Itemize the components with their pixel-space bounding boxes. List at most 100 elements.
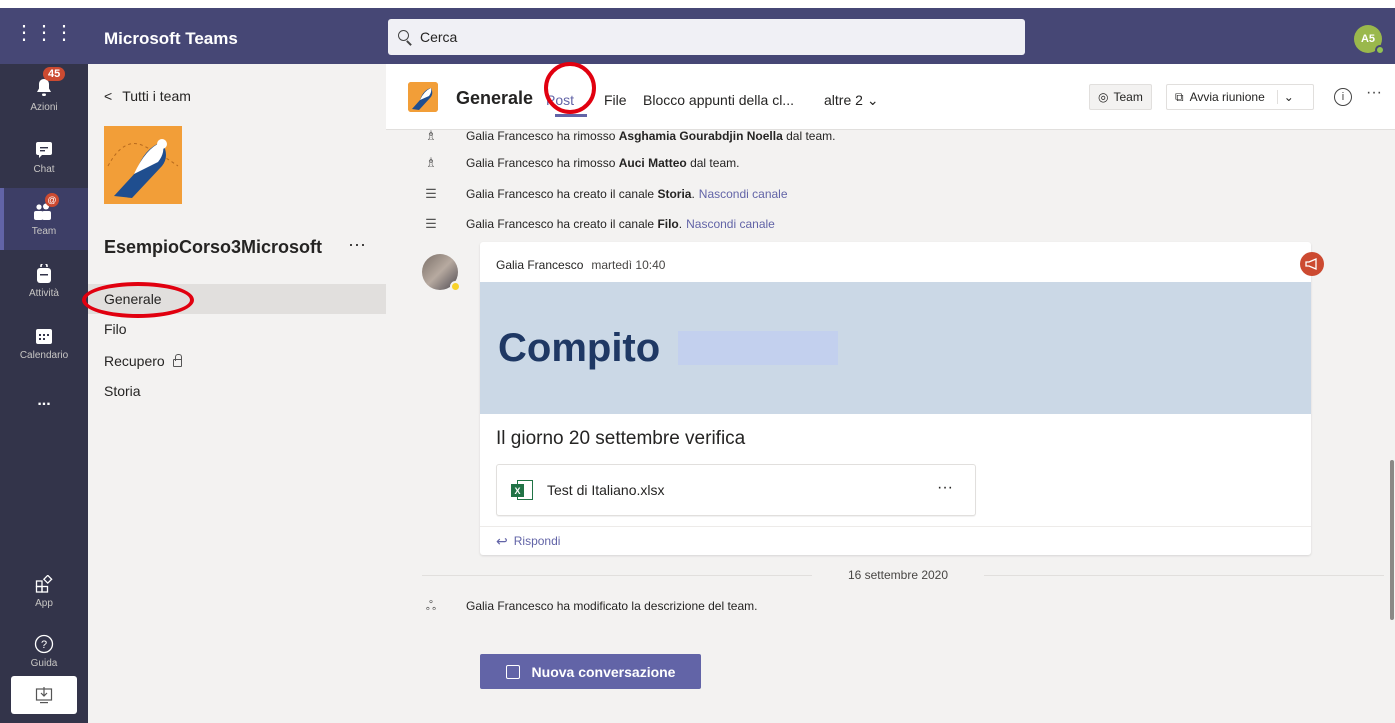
channel-item-storia[interactable]: Storia <box>88 376 386 406</box>
search-input[interactable]: Cerca <box>388 19 1025 55</box>
channel-item-filo[interactable]: Filo <box>88 314 386 344</box>
rail-item-label: Calendario <box>19 350 69 361</box>
tab-more[interactable]: altre 2 ⌄ <box>824 92 879 109</box>
video-camera-icon: ⧉ <box>1175 89 1184 104</box>
reply-button[interactable]: ↩ Rispondi <box>480 526 1311 555</box>
divider <box>422 575 812 576</box>
annotation-circle <box>544 62 596 114</box>
post-author[interactable]: Galia Francesco <box>496 258 583 272</box>
rail-item-chat[interactable]: Chat <box>0 126 88 188</box>
sys-object: Auci Matteo <box>618 156 687 170</box>
rail-more-button[interactable]: ... <box>0 370 88 432</box>
team-button-label: Team <box>1113 90 1143 104</box>
attachment-more-button[interactable]: ··· <box>937 479 953 497</box>
new-conversation-label: Nuova conversazione <box>531 663 676 680</box>
apps-icon <box>33 573 55 595</box>
system-message: ஃ Galia Francesco ha modificato la descr… <box>422 598 758 614</box>
chevron-left-icon: < <box>104 88 113 104</box>
hide-channel-link[interactable]: Nascondi canale <box>699 187 788 201</box>
sys-actor: Galia Francesco <box>466 217 554 231</box>
chevron-down-icon[interactable]: ⌄ <box>1276 90 1294 104</box>
channel-created-icon: ☰ <box>425 216 437 231</box>
presence-away-icon <box>450 281 461 292</box>
top-bar: ⋮⋮⋮ Microsoft Teams Cerca A5 <box>0 0 1395 64</box>
sys-verb: ha rimosso <box>553 156 619 170</box>
header-more-button[interactable]: ··· <box>1366 84 1382 102</box>
chevron-down-icon: ⌄ <box>866 92 879 108</box>
rail-item-help[interactable]: ? Guida <box>0 620 88 682</box>
team-name: EsempioCorso3Microsoft <box>104 237 323 257</box>
avatar-initials: A5 <box>1360 33 1376 45</box>
team-logo[interactable] <box>104 126 182 204</box>
rail-item-label: Guida <box>30 658 58 669</box>
user-avatar[interactable]: A5 <box>1354 25 1385 55</box>
sys-verb: ha creato il canale <box>553 187 658 201</box>
rail-item-label: Attività <box>28 288 59 299</box>
annotation-circle <box>82 282 194 318</box>
rail-item-teams[interactable]: @ Team <box>0 188 88 250</box>
banner-title: Compito <box>498 326 661 370</box>
svg-text:?: ? <box>41 639 47 651</box>
sys-tail: dal team. <box>686 156 740 170</box>
channel-label: Recupero <box>104 353 165 369</box>
channel-header: Generale Post File Blocco appunti della … <box>386 64 1395 130</box>
tab-more-label: altre 2 <box>824 92 863 108</box>
app-title: Microsoft Teams <box>104 29 238 48</box>
rail-item-label: Team <box>31 226 57 237</box>
system-message: ☰ Galia Francesco ha creato il canale St… <box>422 186 788 202</box>
person-remove-icon: ♗ <box>425 130 437 143</box>
sys-verb: ha rimosso <box>553 130 619 143</box>
system-message: ♗ Galia Francesco ha rimosso Auci Matteo… <box>422 155 739 171</box>
back-label: Tutti i team <box>122 88 191 104</box>
channel-item-recupero[interactable]: Recupero <box>88 346 386 376</box>
all-teams-link[interactable]: < Tutti i team <box>104 88 191 104</box>
sys-actor: Galia Francesco <box>466 187 554 201</box>
sys-object: Asghamia Gourabdjin Noella <box>618 130 783 143</box>
help-icon: ? <box>33 633 55 655</box>
rail-item-assignments[interactable]: Attività <box>0 250 88 312</box>
author-avatar[interactable] <box>422 254 461 292</box>
channel-title: Generale <box>456 88 534 108</box>
download-button[interactable] <box>11 676 77 714</box>
new-conversation-button[interactable]: Nuova conversazione <box>480 654 701 689</box>
attachment-card[interactable]: X Test di Italiano.xlsx ··· <box>496 464 976 516</box>
active-tab-indicator <box>555 114 587 117</box>
download-icon <box>35 687 53 704</box>
calendar-icon <box>33 325 55 347</box>
notification-count-badge: 45 <box>43 67 66 81</box>
team-panel: < Tutti i team EsempioCorso3Microsoft ···… <box>88 64 386 723</box>
more-icon: ... <box>37 392 51 409</box>
sys-text: Galia Francesco ha rimosso Asghamia Gour… <box>466 130 835 143</box>
backpack-icon <box>33 263 55 285</box>
team-more-options-button[interactable]: ··· <box>348 234 366 255</box>
channel-created-icon: ☰ <box>425 186 437 201</box>
team-button[interactable]: ◎ Team <box>1089 84 1152 110</box>
rail-item-calendar[interactable]: Calendario <box>0 312 88 374</box>
announcement-banner: Compito <box>480 282 1311 414</box>
rail-item-actions[interactable]: 45 Azioni <box>0 64 88 126</box>
megaphone-icon <box>1300 252 1324 276</box>
search-icon <box>396 28 414 46</box>
meet-now-button[interactable]: ⧉ Avvia riunione ⌄ <box>1166 84 1314 110</box>
hide-channel-link[interactable]: Nascondi canale <box>686 217 775 231</box>
sys-text: Galia Francesco ha creato il canale Stor… <box>466 187 788 201</box>
tab-class-notebook[interactable]: Blocco appunti della cl... <box>643 92 794 108</box>
rail-item-label: Chat <box>33 164 55 175</box>
sys-actor: Galia Francesco <box>466 599 554 613</box>
info-icon[interactable]: i <box>1334 88 1352 106</box>
mention-badge: @ <box>45 193 59 207</box>
lock-icon <box>172 354 182 367</box>
scrollbar[interactable] <box>1390 460 1394 620</box>
sys-actor: Galia Francesco <box>466 130 554 143</box>
sys-object: Filo <box>657 217 679 231</box>
announcement-post: Galia Francesco martedì 10:40 Compito Il … <box>480 242 1324 555</box>
tab-file[interactable]: File <box>604 92 627 108</box>
rail-item-label: Azioni <box>30 102 58 113</box>
rail-item-apps[interactable]: App <box>0 560 88 622</box>
window-top-edge <box>0 0 1395 8</box>
app-launcher-icon[interactable]: ⋮⋮⋮ <box>0 0 88 64</box>
excel-file-icon: X <box>511 479 533 501</box>
date-label: 16 settembre 2020 <box>847 568 949 582</box>
post-timestamp: martedì 10:40 <box>591 258 666 272</box>
presence-available-icon <box>1375 45 1385 55</box>
